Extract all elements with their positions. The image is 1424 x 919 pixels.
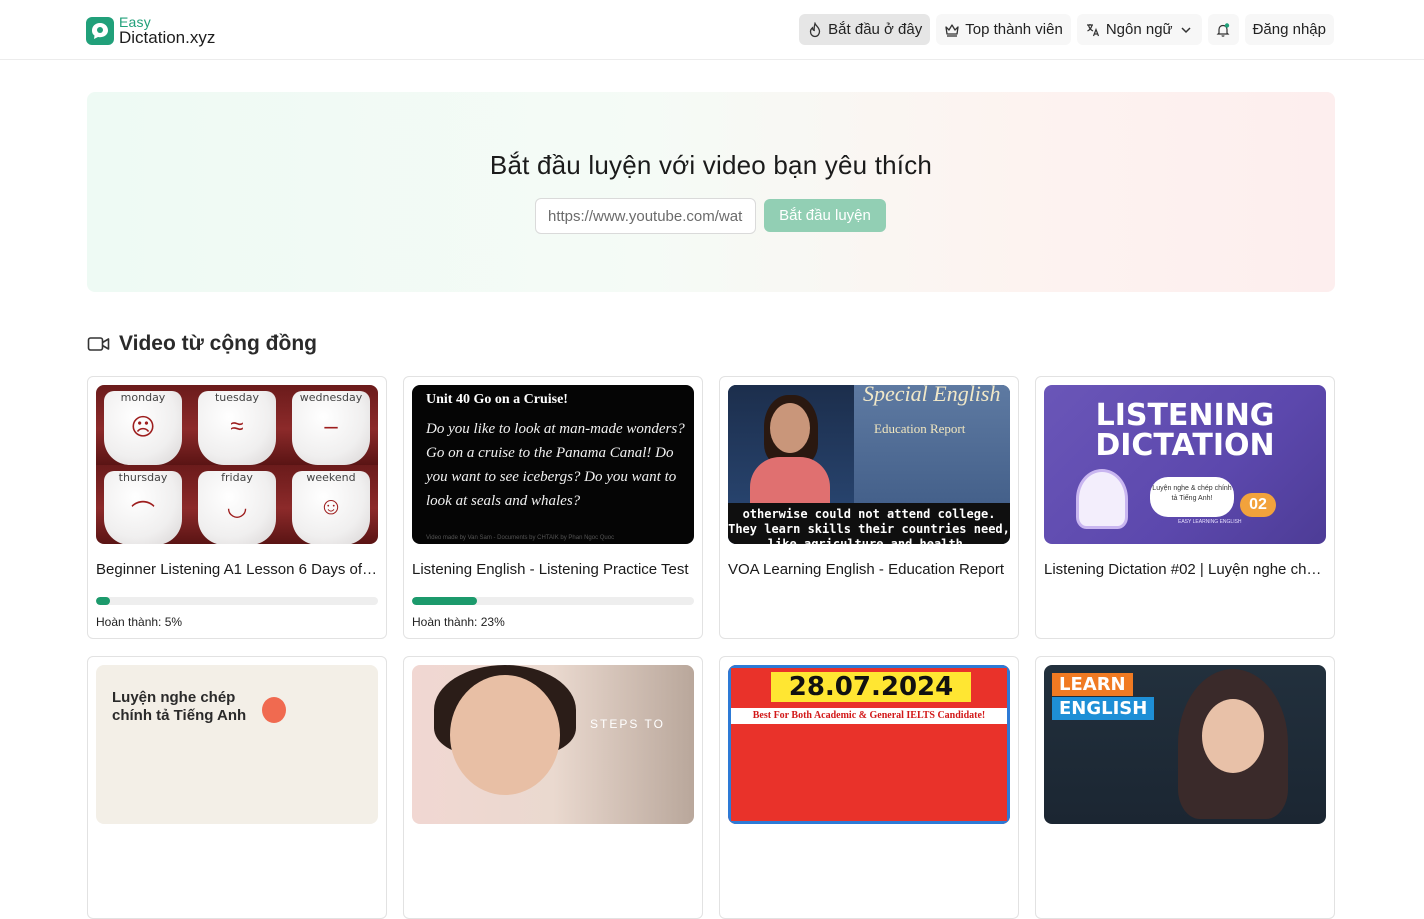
video-card[interactable]: 28.07.2024 Best For Both Academic & Gene… [719,656,1019,919]
thumb-text: ☹ [130,414,156,441]
video-title[interactable]: Listening Dictation #02 | Luyện nghe ché… [1044,561,1328,578]
video-title[interactable]: Listening English - Listening Practice T… [412,561,696,578]
thumb-text: ◡ [226,493,248,521]
login-label: Đăng nhập [1252,21,1326,38]
video-card[interactable]: Special English Education Report otherwi… [719,376,1019,639]
thumb-text: Video made by Van Sam - Documents by CHT… [426,535,615,541]
section-heading: Video từ cộng đồng [87,332,317,356]
video-card[interactable]: LISTENING DICTATION Luyện nghe & chép ch… [1035,376,1335,639]
video-thumbnail[interactable]: Special English Education Report otherwi… [728,385,1010,544]
video-title[interactable]: Beginner Listening A1 Lesson 6 Days of t… [96,561,380,578]
logo[interactable]: Easy Dictation.xyz [86,15,215,46]
video-card[interactable]: STEPS TO [403,656,703,919]
video-card[interactable]: Unit 40 Go on a Cruise! Do you like to l… [403,376,703,639]
progress-bar [96,597,378,605]
flame-icon [810,21,821,37]
start-here-button[interactable]: Bắt đầu ở đây [799,14,931,45]
youtube-url-input[interactable] [535,198,756,234]
video-card[interactable]: Luyện nghe chép chính tả Tiếng Anh [87,656,387,919]
thumb-text: EASY LEARNING ENGLISH [1178,519,1242,525]
login-button[interactable]: Đăng nhập [1244,14,1334,45]
language-dropdown[interactable]: Ngôn ngữ [1076,14,1202,45]
language-label: Ngôn ngữ [1105,21,1173,38]
thumb-text: thursday [118,470,168,484]
video-thumbnail[interactable]: STEPS TO [412,665,694,824]
thumb-text: monday [120,391,166,404]
thumb-text: weekend [306,470,356,484]
crown-icon [945,23,959,37]
thumb-text: – [324,413,338,440]
bell-icon [1216,22,1230,37]
video-thumbnail[interactable]: monday ☹ tuesday ≈ wednesday – thursday ⌒ fr… [96,385,378,544]
progress-bar [412,597,694,605]
logo-icon [86,16,114,45]
progress-text: Hoàn thành: 23% [412,615,505,629]
logo-text-top: Easy [119,14,151,30]
site-header: Easy Dictation.xyz Bắt đầu ở đây Top thà… [0,0,1424,60]
video-card[interactable]: monday ☹ tuesday ≈ wednesday – thursday ⌒ fr… [87,376,387,639]
video-thumbnail[interactable]: 28.07.2024 Best For Both Academic & Gene… [728,665,1010,824]
video-thumbnail[interactable]: LEARN ENGLISH [1044,665,1326,824]
hero-title: Bắt đầu luyện với video bạn yêu thích [489,150,933,180]
video-thumbnail[interactable]: Luyện nghe chép chính tả Tiếng Anh [96,665,378,824]
start-practice-button[interactable]: Bắt đầu luyện [764,199,886,232]
top-members-button[interactable]: Top thành viên [936,14,1071,45]
chevron-down-icon [1181,26,1191,33]
video-thumbnail[interactable]: LISTENING DICTATION Luyện nghe & chép ch… [1044,385,1326,544]
thumb-text: tuesday [214,391,260,404]
progress-fill [96,597,111,605]
video-title[interactable]: VOA Learning English - Education Report [728,561,1012,578]
thumb-text: Luyện nghe & chép chính tả Tiếng Anh! [1150,477,1234,517]
thumb-text: LEARN [1052,673,1133,696]
thumb-text: 02 [1240,493,1276,517]
thumb-text: Luyện nghe chép [112,689,236,706]
section-title: Video từ cộng đồng [119,332,317,355]
thumb-text: ≈ [230,413,244,440]
thumb-text: ENGLISH [1052,697,1155,720]
thumb-text: Education Report [874,421,966,436]
thumb-text: wednesday [299,391,363,404]
start-here-label: Bắt đầu ở đây [828,21,923,38]
notifications-button[interactable] [1207,14,1239,45]
astronaut-illustration [1076,469,1128,529]
main-nav: Bắt đầu ở đây Top thành viên Ngôn ngữ Đă… [799,14,1334,45]
thumb-text: otherwise could not attend college. They… [728,503,1010,544]
translate-icon [1086,23,1099,36]
progress-text: Hoàn thành: 5% [96,615,183,629]
progress-fill [412,597,477,605]
thumb-text: friday [221,470,253,484]
thumb-text: chính tả Tiếng Anh [112,707,247,724]
video-thumbnail[interactable]: Unit 40 Go on a Cruise! Do you like to l… [412,385,694,544]
video-camera-icon [87,337,110,351]
top-members-label: Top thành viên [965,21,1063,38]
thumb-text: Do you like to look at man-made wonders?… [426,421,685,509]
thumb-text: ⌒ [131,499,155,527]
thumb-text: Best For Both Academic & General IELTS C… [731,708,1007,724]
logo-text-bottom: Dictation.xyz [119,28,216,47]
thumb-text: 28.07.2024 [771,672,971,702]
video-card[interactable]: LEARN ENGLISH [1035,656,1335,919]
thumb-text: Special English [863,385,1001,406]
thumb-text: LISTENING [1095,398,1275,433]
thumb-text: Unit 40 Go on a Cruise! [426,392,568,407]
thumb-text: STEPS TO [590,717,665,731]
thumb-text: ☺ [318,492,344,520]
hero-panel: Bắt đầu luyện với video bạn yêu thích Bắ… [87,92,1335,292]
thumb-text: DICTATION [1095,428,1275,463]
